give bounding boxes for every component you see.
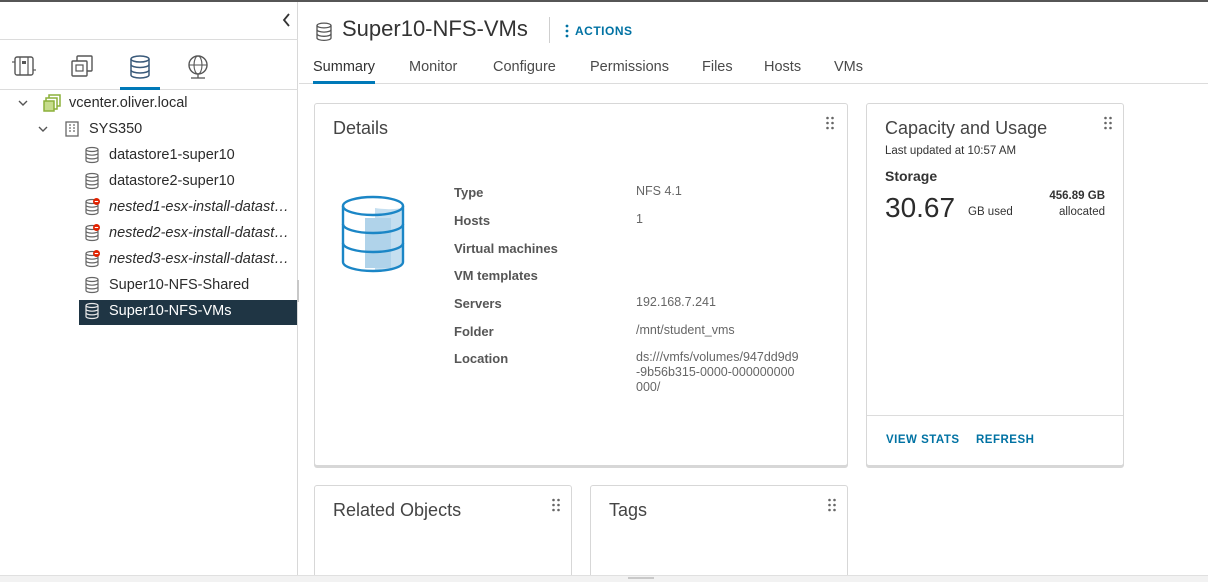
hosts-clusters-icon (12, 56, 36, 76)
tab-summary[interactable]: Summary (313, 59, 376, 84)
details-card: Details Type NFS 4.1 Hosts 1 Virtual mac… (314, 103, 848, 466)
storage-allocated-label: allocated (1058, 206, 1105, 218)
details-folder-value: /mnt/student_vms (636, 323, 735, 337)
chevron-down-icon[interactable] (17, 97, 29, 109)
datastore-icon (85, 172, 99, 190)
tab-configure[interactable]: Configure (493, 59, 556, 84)
storage-used-value: 30.67 (885, 192, 956, 223)
tab-monitor[interactable]: Monitor (409, 59, 457, 84)
inventory-view-switcher (0, 40, 298, 90)
collapse-sidebar-button[interactable] (281, 12, 297, 32)
tree-item-vcenter[interactable]: vcenter.oliver.local (0, 90, 298, 116)
datastore-icon (85, 146, 99, 164)
location-line: ds:///vmfs/volumes/947dd9d9 (636, 350, 799, 364)
tree-item-label: nested3-esx-install-datastore (109, 251, 292, 267)
tree-item-label: datastore1-super10 (109, 147, 235, 163)
main-content: Super10-NFS-VMs ACTIONS Summary Monitor … (299, 2, 1208, 582)
card-title: Details (333, 118, 389, 138)
details-location-label: Location (454, 351, 509, 366)
datastore-icon (316, 22, 332, 42)
chevron-down-icon[interactable] (37, 123, 49, 135)
tree-item-datastore-error[interactable]: nested1-esx-install-datastore (0, 194, 298, 220)
app-window: vcenter.oliver.local SYS350 datastore1-s… (0, 0, 1208, 582)
tree-item-label: datastore2-super10 (109, 173, 235, 189)
title-divider (549, 17, 550, 43)
vms-templates-icon (71, 55, 93, 77)
tree-item-label: nested2-esx-install-datastore (109, 225, 292, 241)
card-title: Related Objects (333, 500, 462, 520)
storage-icon (130, 55, 150, 79)
tree-item-datastore-error[interactable]: nested3-esx-install-datastore (0, 246, 298, 272)
location-line: -9b56b315-0000-000000000 (636, 365, 795, 379)
tree-item-label: nested1-esx-install-datastore (109, 199, 292, 215)
tree-item-datacenter[interactable]: SYS350 (0, 116, 298, 142)
vertical-ellipsis-icon (565, 24, 569, 38)
details-type-label: Type (454, 185, 484, 200)
drag-handle-icon[interactable] (551, 498, 561, 514)
drag-handle-icon[interactable] (825, 116, 835, 132)
tab-bar: Summary Monitor Configure Permissions Fi… (299, 54, 1208, 84)
datastore-icon (85, 302, 99, 320)
details-servers-label: Servers (454, 296, 502, 311)
last-updated-text: Last updated at 10:57 AM (885, 145, 1017, 157)
tree-item-datastore-error[interactable]: nested2-esx-install-datastore (0, 220, 298, 246)
hosts-clusters-tab[interactable] (4, 48, 44, 90)
location-line: 000/ (636, 380, 661, 394)
details-location-value: ds:///vmfs/volumes/947dd9d9 -9b56b315-00… (636, 350, 799, 395)
tree-item-datastore-selected[interactable]: Super10-NFS-VMs (0, 298, 298, 324)
details-hosts-value[interactable]: 1 (636, 212, 643, 227)
card-title: Capacity and Usage (885, 118, 1048, 138)
networking-tab[interactable] (178, 48, 218, 90)
storage-used-unit: GB used (968, 206, 1013, 218)
bottom-panel-grip[interactable] (628, 577, 654, 579)
datastore-large-icon (341, 195, 405, 273)
tab-hosts[interactable]: Hosts (764, 59, 801, 84)
capacity-usage-card: Capacity and Usage Last updated at 10:57… (866, 103, 1124, 466)
actions-button[interactable]: ACTIONS (565, 21, 633, 41)
tree-item-label: vcenter.oliver.local (69, 95, 188, 111)
drag-handle-icon[interactable] (827, 498, 837, 514)
details-vms-label: Virtual machines (454, 241, 558, 256)
card-footer-divider (867, 415, 1123, 416)
chevron-left-icon (282, 13, 290, 27)
details-templates-label: VM templates (454, 268, 538, 283)
refresh-button[interactable]: REFRESH (976, 434, 1034, 446)
tree-item-datastore[interactable]: Super10-NFS-Shared (0, 272, 298, 298)
bottom-panel-bar[interactable] (0, 575, 1208, 582)
datastore-error-icon (85, 250, 100, 268)
inventory-sidebar: vcenter.oliver.local SYS350 datastore1-s… (0, 2, 300, 582)
storage-tab[interactable] (120, 48, 160, 90)
tree-item-datastore[interactable]: datastore2-super10 (0, 168, 298, 194)
details-servers-value: 192.168.7.241 (636, 295, 716, 309)
details-folder-label: Folder (454, 324, 494, 339)
datastore-error-icon (85, 198, 100, 216)
vms-templates-tab[interactable] (62, 48, 102, 90)
tree-item-label: SYS350 (89, 121, 143, 137)
tab-files[interactable]: Files (702, 59, 733, 84)
details-hosts-label: Hosts (454, 213, 491, 228)
card-title: Tags (609, 500, 648, 520)
storage-heading: Storage (885, 168, 938, 184)
networking-icon (188, 55, 208, 79)
tags-card: Tags (590, 485, 848, 582)
actions-label: ACTIONS (575, 24, 633, 38)
vcenter-icon (43, 94, 61, 112)
datastore-icon (85, 276, 99, 294)
page-title: Super10-NFS-VMs (342, 16, 528, 41)
storage-allocated-value: 456.89 GB (1049, 190, 1105, 202)
tree-item-label: Super10-NFS-VMs (109, 303, 232, 319)
tree-item-datastore[interactable]: datastore1-super10 (0, 142, 298, 168)
drag-handle-icon[interactable] (1103, 116, 1113, 132)
tab-permissions[interactable]: Permissions (590, 59, 669, 84)
related-objects-card: Related Objects (314, 485, 572, 582)
datastore-error-icon (85, 224, 100, 242)
view-stats-button[interactable]: VIEW STATS (886, 434, 960, 446)
object-header: Super10-NFS-VMs ACTIONS (299, 2, 1208, 54)
details-type-value: NFS 4.1 (636, 184, 682, 198)
tree-item-label: Super10-NFS-Shared (109, 277, 250, 293)
datacenter-icon (65, 121, 79, 137)
tab-vms[interactable]: VMs (834, 59, 863, 84)
